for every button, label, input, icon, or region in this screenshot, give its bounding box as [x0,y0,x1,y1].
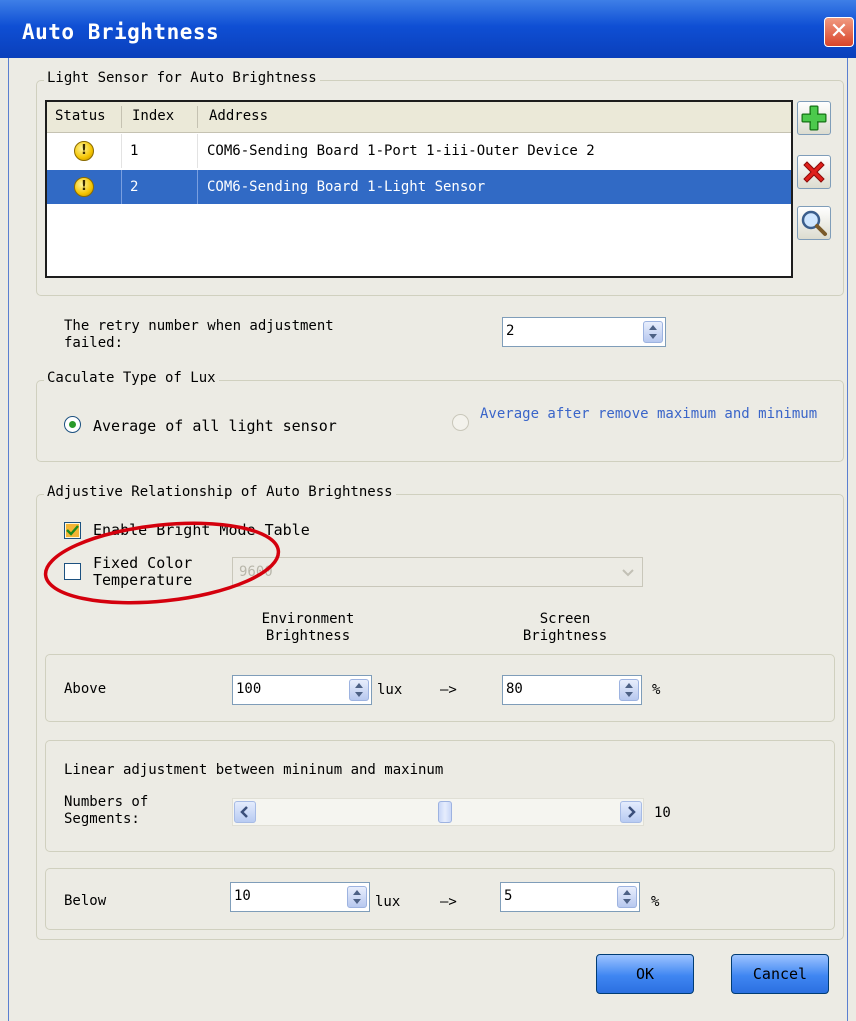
light-sensor-legend: Light Sensor for Auto Brightness [44,70,320,86]
warning-icon: ! [74,141,94,161]
average-all-radio[interactable] [64,416,81,433]
row-index: 1 [130,143,139,159]
segments-value: 10 [654,805,671,821]
enable-bright-mode-label: Enable Bright Mode Table [93,521,310,539]
scroll-left-button[interactable] [234,801,256,823]
below-lux-value: 10 [234,888,251,904]
window-title: Auto Brightness [22,20,220,44]
search-sensor-button[interactable] [797,206,831,240]
lux-type-legend: Caculate Type of Lux [44,370,219,386]
average-remove-radio[interactable] [452,414,469,431]
retry-number-input[interactable]: 2 [502,317,666,347]
above-percent-spin[interactable] [619,679,639,701]
enable-bright-mode-checkbox[interactable] [64,522,81,539]
retry-value: 2 [506,323,515,339]
close-button[interactable]: ✕ [824,17,854,47]
fixed-color-label: Fixed Color Temperature [93,554,193,589]
segments-label: Numbers of Segments: [64,794,149,827]
table-row-selected[interactable]: ! 2 COM6-Sending Board 1-Light Sensor [47,170,791,204]
column-header-status[interactable]: Status [55,108,106,124]
retry-label: The retry number when adjustment failed: [64,318,334,351]
above-lux-value: 100 [236,681,262,697]
above-lux-input[interactable]: 100 [232,675,372,705]
below-percent-spin[interactable] [617,886,637,908]
delete-icon [803,161,825,183]
above-percent-input[interactable]: 80 [502,675,642,705]
scroll-right-button[interactable] [620,801,642,823]
below-lux-input[interactable]: 10 [230,882,370,912]
color-temperature-value: 9600 [239,564,273,580]
row-index: 2 [130,179,139,195]
ok-button[interactable]: OK [596,954,694,994]
checkmark-icon [66,525,79,536]
column-header-address[interactable]: Address [209,108,268,124]
row-address: COM6-Sending Board 1-Port 1-iii-Outer De… [207,143,595,159]
above-percent-unit: % [652,682,661,698]
chevron-left-icon [240,806,248,818]
sensor-table: Status Index Address ! 1 COM6-Sending Bo… [45,100,793,278]
environment-brightness-header: Environment Brightness [261,611,355,644]
below-percent-unit: % [651,894,660,910]
below-arrow: —> [440,894,457,910]
above-arrow: —> [440,682,457,698]
add-sensor-button[interactable] [797,101,831,135]
auto-brightness-dialog: Auto Brightness ✕ Light Sensor for Auto … [0,0,856,1021]
below-percent-input[interactable]: 5 [500,882,640,912]
below-label: Below [64,893,107,909]
warning-icon: ! [74,177,94,197]
scroll-thumb[interactable] [437,801,452,823]
add-icon [801,105,827,131]
column-header-index[interactable]: Index [132,108,174,124]
fixed-color-checkbox[interactable] [64,563,81,580]
adjustive-legend: Adjustive Relationship of Auto Brightnes… [44,484,396,500]
below-lux-spin[interactable] [347,886,367,908]
chevron-right-icon [628,806,636,818]
screen-brightness-header: Screen Brightness [522,611,608,644]
linear-label: Linear adjustment between mininum and ma… [64,762,444,778]
below-lux-unit: lux [375,894,401,910]
search-icon [801,210,827,236]
above-label: Above [64,681,107,697]
below-percent-value: 5 [504,888,513,904]
title-bar: Auto Brightness ✕ [0,0,856,58]
cancel-button[interactable]: Cancel [731,954,829,994]
above-lux-spin[interactable] [349,679,369,701]
average-all-label: Average of all light sensor [93,417,337,435]
segments-scrollbar[interactable] [232,798,644,826]
average-remove-label: Average after remove maximum and minimum [480,406,818,422]
row-address: COM6-Sending Board 1-Light Sensor [207,179,486,195]
above-percent-value: 80 [506,681,523,697]
retry-spin-button[interactable] [643,321,663,343]
table-row[interactable]: ! 1 COM6-Sending Board 1-Port 1-iii-Oute… [47,134,791,168]
color-temperature-select[interactable]: 9600 [232,557,643,587]
above-lux-unit: lux [377,682,403,698]
chevron-down-icon [622,569,634,577]
delete-sensor-button[interactable] [797,155,831,189]
table-header: Status Index Address [47,102,791,133]
